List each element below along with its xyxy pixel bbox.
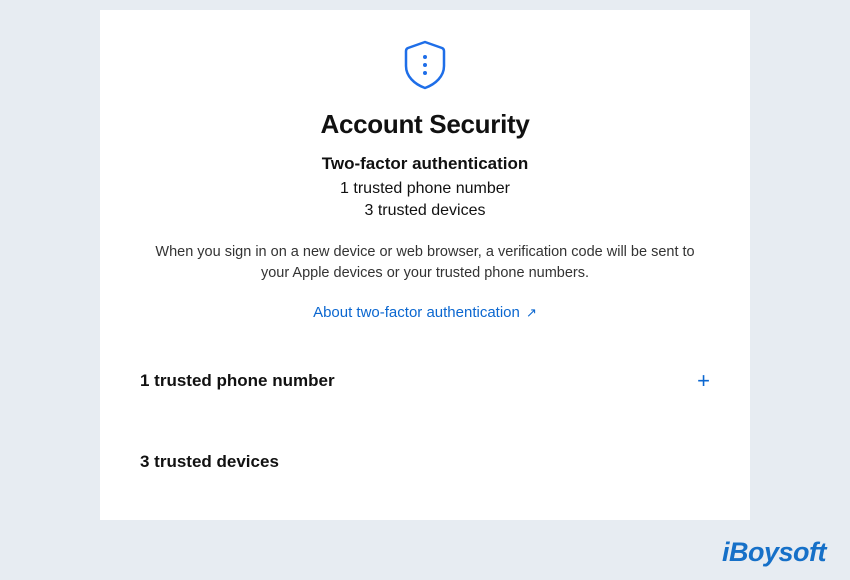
account-security-card: Account Security Two-factor authenticati… <box>100 10 750 520</box>
phone-stat: 1 trusted phone number <box>130 180 720 198</box>
page-title: Account Security <box>130 109 720 140</box>
external-link-icon: ↗ <box>526 305 537 320</box>
two-factor-description: When you sign in on a new device or web … <box>145 242 705 284</box>
header-block: Account Security Two-factor authenticati… <box>100 40 750 322</box>
trusted-devices-heading: 3 trusted devices <box>140 452 279 472</box>
link-label: About two-factor authentication <box>313 304 520 321</box>
watermark-text: iBoysoft <box>722 537 826 567</box>
watermark-logo: iBoysoft <box>722 537 826 568</box>
add-phone-button[interactable]: + <box>697 370 710 392</box>
trusted-phone-heading: 1 trusted phone number <box>140 371 335 391</box>
trusted-phone-section: 1 trusted phone number + <box>100 370 750 392</box>
about-two-factor-link[interactable]: About two-factor authentication ↗ <box>313 304 537 321</box>
shield-icon <box>403 40 447 95</box>
trusted-devices-section: 3 trusted devices <box>100 452 750 472</box>
device-stat: 3 trusted devices <box>130 202 720 220</box>
two-factor-subtitle: Two-factor authentication <box>130 154 720 174</box>
